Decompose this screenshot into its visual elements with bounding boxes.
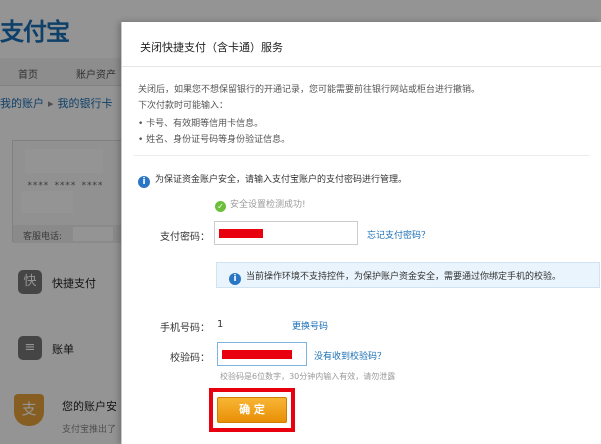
- info-icon: i: [229, 273, 241, 285]
- security-info: i 为保证资金账户安全，请输入支付宝账户的支付密码进行管理。: [138, 172, 407, 188]
- dialog-title: 关闭快捷支付（含卡通）服务: [140, 41, 283, 54]
- divider: [134, 155, 590, 156]
- confirm-button[interactable]: 确 定: [217, 397, 287, 423]
- code-label: 校验码：: [170, 353, 210, 364]
- phone-label: 手机号码：: [160, 323, 210, 334]
- close-quick-pay-dialog: 关闭快捷支付（含卡通）服务 关闭后，如果您不想保留银行的开通记录，您可能需要前往…: [121, 22, 601, 444]
- divider: [122, 66, 601, 67]
- note-line: • 卡号、有效期等信用卡信息。: [138, 119, 264, 129]
- redaction-block: [222, 350, 292, 359]
- code-input[interactable]: [217, 342, 307, 366]
- forgot-password-link[interactable]: 忘记支付密码？: [367, 228, 430, 241]
- password-input[interactable]: [214, 221, 358, 245]
- password-label: 支付密码：: [160, 232, 210, 243]
- info-icon: i: [138, 176, 150, 188]
- note-line: • 姓名、身份证号码等身份验证信息。: [138, 135, 291, 145]
- resend-code-link[interactable]: 没有收到校验码？: [314, 349, 386, 362]
- warning-text: 当前操作环境不支持控件，为保护账户资金安全，需要通过你绑定手机的校验。: [246, 272, 562, 282]
- check-text: 安全设置检测成功!: [230, 200, 306, 210]
- code-hint: 校验码是6位数字，30分钟内输入有效，请勿泄露: [220, 372, 396, 381]
- check-success-icon: ✓: [215, 201, 226, 212]
- note-line: 下次付款时可能输入：: [138, 101, 229, 111]
- phone-number: 1: [217, 319, 224, 330]
- note-line: 关闭后，如果您不想保留银行的开通记录，您可能需要前往银行网站或柜台进行撤销。: [138, 85, 481, 95]
- redaction-block: [219, 229, 263, 238]
- info-text: 为保证资金账户安全，请输入支付宝账户的支付密码进行管理。: [155, 175, 408, 185]
- change-number-link[interactable]: 更换号码: [292, 319, 328, 332]
- check-status: ✓ 安全设置检测成功!: [215, 197, 306, 212]
- warning-box: i 当前操作环境不支持控件，为保护账户资金安全，需要通过你绑定手机的校验。: [216, 262, 600, 288]
- highlight-frame: 确 定: [209, 388, 295, 432]
